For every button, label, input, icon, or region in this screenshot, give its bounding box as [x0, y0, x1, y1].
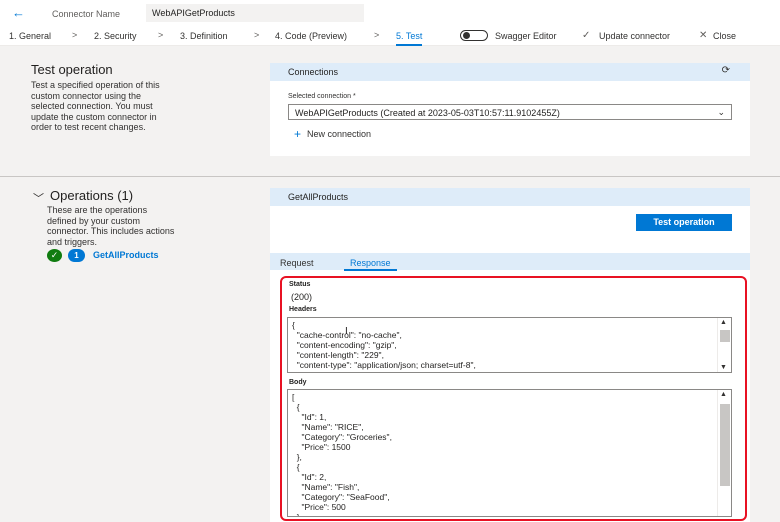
close-icon: ✕ — [699, 30, 708, 41]
connector-name-input[interactable]: WebAPIGetProducts — [146, 4, 364, 22]
scrollbar-thumb[interactable] — [720, 404, 730, 486]
headers-content: { "cache-control": "no-cache", "content-… — [292, 320, 476, 372]
body-textarea[interactable]: [ { "Id": 1, "Name": "RICE", "Category":… — [287, 389, 732, 517]
test-operation-title: Test operation — [31, 62, 113, 77]
update-connector-button[interactable]: Update connector — [599, 31, 670, 41]
swagger-editor-label: Swagger Editor — [495, 31, 557, 41]
body-scrollbar[interactable]: ▲ — [717, 390, 731, 516]
scroll-up-icon[interactable]: ▲ — [720, 319, 727, 326]
chevron-down-icon[interactable]: ﹀ — [33, 190, 44, 206]
scrollbar-thumb[interactable] — [720, 330, 730, 342]
check-icon: ✓ — [582, 30, 591, 41]
operations-title: Operations (1) — [50, 188, 134, 203]
tab-request[interactable]: Request — [280, 258, 314, 268]
chevron-right-icon: > — [72, 30, 78, 40]
selected-connection-dropdown[interactable]: WebAPIGetProducts (Created at 2023-05-03… — [288, 104, 732, 120]
operation-item-getallproducts[interactable]: GetAllProducts — [93, 250, 159, 260]
plus-icon: + — [294, 127, 302, 141]
headers-label: Headers — [289, 306, 317, 313]
headers-scrollbar[interactable]: ▲ ▼ — [717, 318, 731, 372]
chevron-right-icon: > — [254, 30, 260, 40]
chevron-right-icon: > — [374, 30, 380, 40]
close-button[interactable]: Close — [713, 31, 736, 41]
new-connection-button[interactable]: + New connection — [294, 127, 371, 141]
connector-name-label: Connector Name — [52, 9, 121, 19]
tab-response[interactable]: Response — [344, 258, 396, 271]
status-value: (200) — [291, 292, 313, 302]
chevron-down-icon: ⌄ — [717, 107, 725, 117]
back-arrow-icon[interactable]: ← — [12, 5, 25, 20]
scroll-down-icon[interactable]: ▼ — [720, 364, 727, 371]
tab-general[interactable]: 1. General — [9, 31, 51, 41]
refresh-icon[interactable]: ⟳ — [722, 65, 730, 76]
tab-code-preview[interactable]: 4. Code (Preview) — [275, 31, 347, 41]
tab-definition[interactable]: 3. Definition — [180, 31, 228, 41]
operations-description: These are the operations defined by your… — [47, 205, 175, 247]
swagger-editor-toggle[interactable] — [460, 30, 488, 41]
status-label: Status — [289, 281, 311, 288]
tab-security[interactable]: 2. Security — [94, 31, 137, 41]
body-label: Body — [289, 379, 307, 386]
chevron-right-icon: > — [158, 30, 164, 40]
test-operation-description: Test a specified operation of this custo… — [31, 80, 160, 132]
headers-textarea[interactable]: { "cache-control": "no-cache", "content-… — [287, 317, 732, 373]
success-check-icon: ✓ — [47, 249, 62, 262]
scroll-up-icon[interactable]: ▲ — [720, 391, 727, 398]
connections-header: Connections ⟳ — [270, 63, 750, 81]
operation-count-badge: 1 — [68, 249, 85, 262]
body-content: [ { "Id": 1, "Name": "RICE", "Category":… — [292, 392, 392, 517]
top-bar: ← Connector Name WebAPIGetProducts — [0, 0, 780, 26]
text-cursor-icon: I — [345, 326, 348, 337]
section-divider — [0, 176, 780, 177]
operation-panel-header: GetAllProducts — [270, 188, 750, 206]
response-tabs-bar — [270, 253, 750, 270]
selected-connection-label: Selected connection * — [288, 93, 356, 100]
tab-test[interactable]: 5. Test — [396, 31, 423, 46]
test-operation-button[interactable]: Test operation — [636, 214, 732, 231]
